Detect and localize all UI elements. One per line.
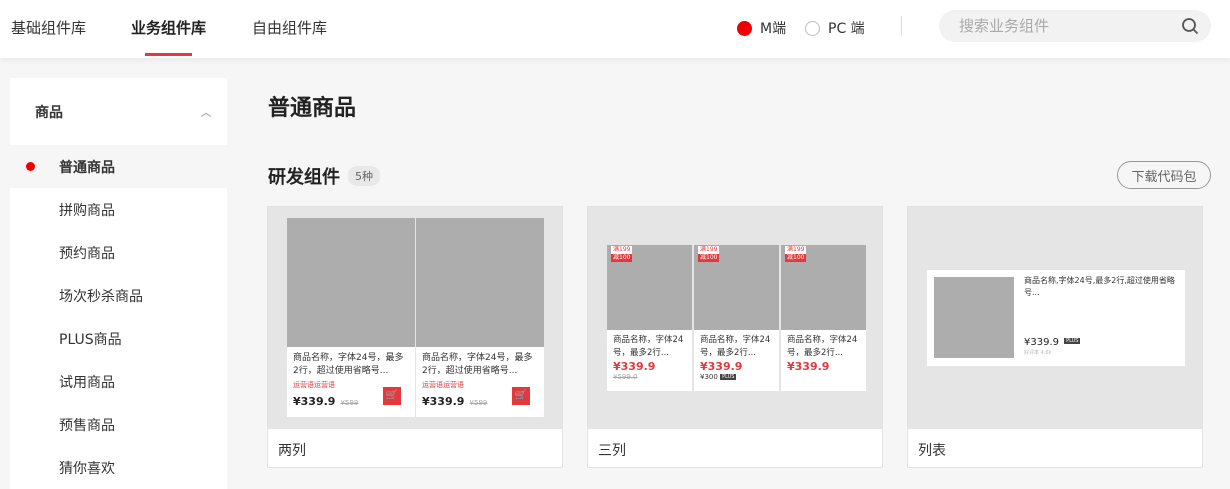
radio-pc[interactable]: PC 端 (805, 18, 865, 38)
group-label: 商品 (35, 104, 63, 121)
section-label: 研发组件 (268, 167, 340, 188)
product-price: ¥339.9 (422, 395, 465, 408)
product-price: ¥339.9 (787, 360, 830, 373)
divider (901, 16, 902, 36)
sidebar-item[interactable]: PLUS商品 (10, 317, 227, 360)
cart-icon: 🛒 (383, 387, 401, 405)
search-input[interactable] (959, 17, 1181, 35)
sidebar-item[interactable]: 预售商品 (10, 403, 227, 446)
product-preview: 满199 减100 商品名称，字体24号，最多2行... ¥339.9 (781, 245, 866, 391)
product-preview: 满199 减100 商品名称，字体24号，最多2行... ¥339.9 ¥300 … (694, 245, 779, 391)
count-badge: 5种 (348, 166, 380, 186)
card-label: 三列 (588, 429, 882, 467)
product-price: ¥339.9 (613, 360, 656, 373)
sidebar-item[interactable]: 场次秒杀商品 (10, 274, 227, 317)
original-price: ¥599 (340, 399, 359, 407)
product-image (934, 277, 1014, 358)
promo-tag: 减100 (611, 254, 633, 262)
product-name: 商品名称，字体24号，最多2行，超过使用省略号... (293, 353, 404, 376)
product-price: ¥339.9 (293, 395, 336, 408)
product-name: 商品名称，字体24号，最多2行... (787, 335, 858, 358)
product-preview: 商品名称，字体24号，最多2行，超过使用省略号... 运营语运营语 ¥339.9… (416, 218, 544, 417)
sidebar-item[interactable]: 普通商品 (10, 145, 227, 188)
product-name: 商品名称，字体24号，最多2行... (700, 335, 771, 358)
product-meta: 好评率 4.6k (1024, 350, 1052, 356)
cart-icon: 🛒 (512, 387, 530, 405)
radio-dot[interactable] (737, 20, 752, 36)
product-preview: 满199 减100 商品名称，字体24号，最多2行... ¥339.9 ¥599.… (607, 245, 692, 391)
plus-price: ¥300 (700, 373, 718, 381)
card-label: 两列 (268, 429, 562, 467)
search-box (939, 10, 1211, 42)
chevron-up-icon: ︿ (201, 108, 211, 119)
product-name: 商品名称，字体24号，最多2行，超过使用省略号... (422, 353, 533, 376)
product-price: ¥339.9 (700, 360, 743, 373)
search-icon[interactable] (1181, 17, 1199, 35)
sidebar-item[interactable]: 猜你喜欢 (10, 446, 227, 489)
sidebar: 商品 ︿ 普通商品 拼购商品 预约商品 场次秒杀商品 PLUS商品 试用商品 预售… (10, 78, 227, 489)
original-price: ¥599 (469, 399, 488, 407)
sidebar-item[interactable]: 拼购商品 (10, 188, 227, 231)
promo-tag: 满199 (785, 246, 807, 254)
top-header: 基础组件库 业务组件库 自由组件库 M端 PC 端 (0, 0, 1230, 58)
radio-dot[interactable] (805, 20, 820, 36)
download-button[interactable]: 下载代码包 (1117, 161, 1211, 189)
tab-business[interactable]: 业务组件库 (131, 17, 206, 56)
product-image: 满199 减100 (781, 245, 866, 330)
product-preview: 商品名称,字体24号,最多2行,超过使用省略号... ¥339.9 PLUS 好… (927, 270, 1185, 366)
promo-tag: 满199 (698, 246, 720, 254)
radio-label: M端 (760, 21, 787, 37)
product-name: 商品名称,字体24号,最多2行,超过使用省略号... (1024, 276, 1175, 297)
radio-m[interactable]: M端 (737, 18, 786, 38)
promo-tag: 减100 (785, 254, 807, 262)
product-name: 商品名称，字体24号，最多2行... (613, 335, 684, 358)
product-image: 满199 减100 (607, 245, 692, 330)
product-image (416, 218, 544, 347)
section-title: 研发组件 5种 (268, 163, 380, 189)
original-price: ¥599.0 (613, 373, 638, 381)
promo-tag: 减100 (698, 254, 720, 262)
component-card-three-column[interactable]: 满199 减100 商品名称，字体24号，最多2行... ¥339.9 ¥599.… (587, 206, 883, 468)
product-preview: 商品名称，字体24号，最多2行，超过使用省略号... 运营语运营语 ¥339.9… (287, 218, 415, 417)
promo-tag: 满199 (611, 246, 633, 254)
product-image (287, 218, 415, 347)
sidebar-group-goods[interactable]: 商品 ︿ (10, 78, 227, 145)
sidebar-item[interactable]: 预约商品 (10, 231, 227, 274)
page-title: 普通商品 (268, 96, 357, 121)
plus-tag: PLUS (1064, 337, 1081, 344)
component-card-two-column[interactable]: 商品名称，字体24号，最多2行，超过使用省略号... 运营语运营语 ¥339.9… (267, 206, 563, 468)
product-price: ¥339.9 (1024, 337, 1059, 348)
tab-free[interactable]: 自由组件库 (252, 17, 327, 38)
component-card-list[interactable]: 商品名称,字体24号,最多2行,超过使用省略号... ¥339.9 PLUS 好… (907, 206, 1203, 468)
sidebar-item[interactable]: 试用商品 (10, 360, 227, 403)
tab-basic[interactable]: 基础组件库 (11, 17, 86, 38)
card-label: 列表 (908, 429, 1202, 467)
product-image: 满199 减100 (694, 245, 779, 330)
plus-tag: PLUS (720, 374, 737, 380)
radio-label: PC 端 (828, 21, 865, 37)
